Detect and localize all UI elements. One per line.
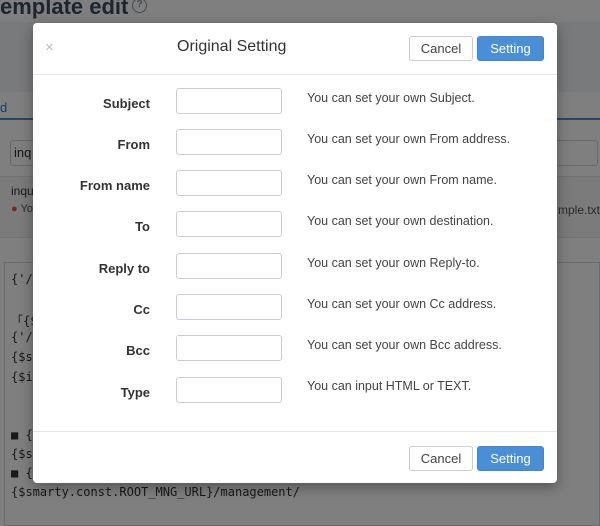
cancel-button-bottom[interactable]: Cancel	[409, 446, 473, 471]
from-help: You can set your own From address.	[307, 132, 511, 146]
cc-label: Cc	[133, 302, 150, 317]
dialog-title: Original Setting	[177, 38, 287, 55]
original-setting-dialog: × Original Setting Cancel Setting Subjec…	[33, 23, 557, 483]
dialog-header: × Original Setting Cancel Setting	[33, 23, 557, 75]
bcc-help: You can set your own Bcc address.	[307, 338, 502, 352]
from-name-label: From name	[79, 178, 150, 193]
subject-label: Subject	[103, 96, 150, 111]
reply-to-field[interactable]	[176, 253, 282, 279]
reply-to-help: You can set your own Reply-to.	[307, 256, 480, 270]
reply-to-label: Reply to	[98, 261, 150, 276]
to-help: You can set your own destination.	[307, 214, 494, 228]
type-help: You can input HTML or TEXT.	[307, 379, 472, 393]
cc-field[interactable]	[176, 294, 282, 320]
to-field[interactable]	[176, 211, 282, 237]
type-label: Type	[120, 385, 150, 400]
setting-button-top[interactable]: Setting	[477, 36, 544, 61]
from-label: From	[117, 137, 151, 152]
close-icon[interactable]: ×	[45, 39, 54, 56]
subject-help: You can set your own Subject.	[307, 91, 475, 105]
dialog-footer: Cancel Setting	[33, 431, 557, 483]
from-name-field[interactable]	[176, 170, 282, 196]
to-label: To	[135, 219, 150, 234]
bcc-field[interactable]	[176, 335, 282, 361]
subject-field[interactable]	[176, 88, 282, 114]
from-name-help: You can set your own From name.	[307, 173, 497, 187]
bcc-label: Bcc	[126, 343, 150, 358]
setting-button-bottom[interactable]: Setting	[477, 446, 544, 471]
cancel-button-top[interactable]: Cancel	[409, 36, 473, 61]
from-field[interactable]	[176, 129, 282, 155]
type-field[interactable]	[176, 377, 282, 403]
cc-help: You can set your own Cc address.	[307, 297, 497, 311]
